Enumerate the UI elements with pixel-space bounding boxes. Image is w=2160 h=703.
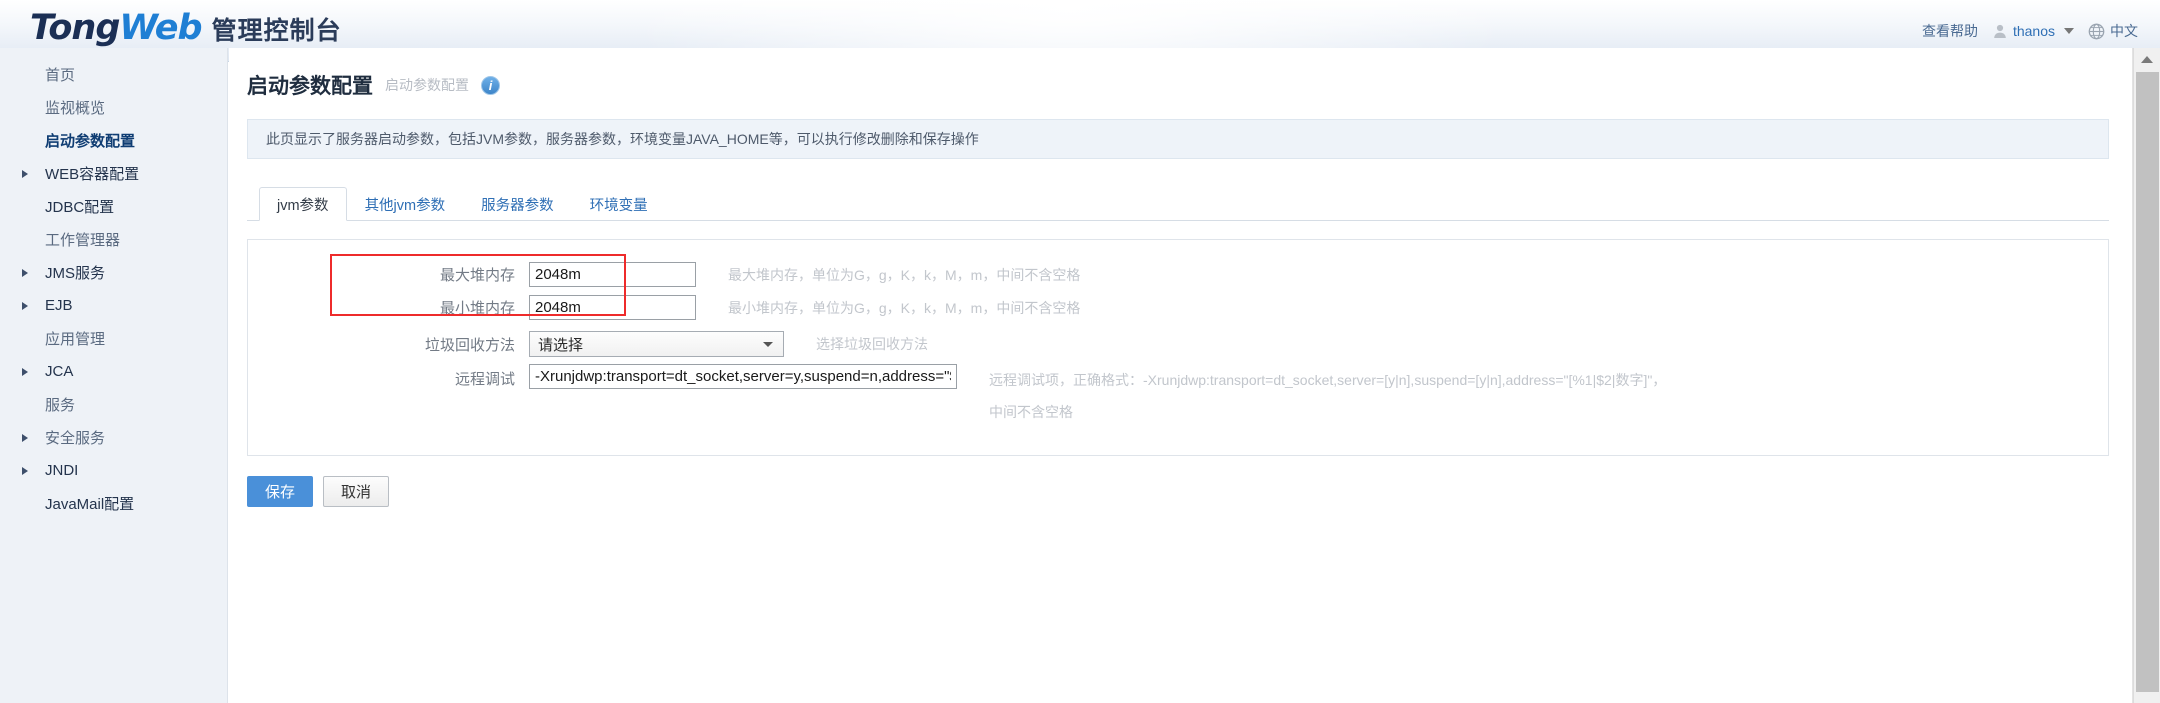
remote-debug-label: 远程调试 <box>454 371 515 388</box>
chevron-down-icon[interactable] <box>2064 28 2074 34</box>
sidebar-item-5[interactable]: 工作管理器 <box>0 223 227 256</box>
tab-3[interactable]: 环境变量 <box>572 187 666 221</box>
form-row-remote-debug: 远程调试 远程调试项，正确格式：-Xrunjdwp:transport=dt_s… <box>248 364 2108 424</box>
sidebar-item-8[interactable]: 应用管理 <box>0 322 227 355</box>
avatar-icon <box>1992 23 2008 39</box>
tab-label: 环境变量 <box>589 198 648 214</box>
vertical-scrollbar[interactable] <box>2133 48 2160 703</box>
tab-label: 服务器参数 <box>481 198 554 214</box>
sidebar-item-6[interactable]: JMS服务 <box>0 256 227 289</box>
chevron-up-icon <box>2141 56 2153 63</box>
form-row-gc-method: 垃圾回收方法 请选择 选择垃圾回收方法 <box>248 324 2108 364</box>
sidebar-item-11[interactable]: 安全服务 <box>0 421 227 454</box>
max-heap-input[interactable] <box>529 262 696 287</box>
form-rows: 最大堆内存 最大堆内存，单位为G，g，K，k，M，m，中间不含空格 最小堆内存 … <box>248 240 2108 424</box>
form-row-min-heap: 最小堆内存 最小堆内存，单位为G，g，K，k，M，m，中间不含空格 <box>248 291 2108 324</box>
sidebar-item-2[interactable]: 启动参数配置 <box>0 124 227 157</box>
page-header: 启动参数配置 启动参数配置 i <box>229 48 2133 100</box>
page-subtitle: 启动参数配置 <box>385 77 469 93</box>
sidebar-item-label: 监视概览 <box>45 100 106 117</box>
remote-debug-hint: 远程调试项，正确格式：-Xrunjdwp:transport=dt_socket… <box>989 364 1666 428</box>
sidebar-item-4[interactable]: JDBC配置 <box>0 190 227 223</box>
sidebar-item-label: JavaMail配置 <box>45 496 135 513</box>
sidebar-item-label: JNDI <box>45 462 79 479</box>
gc-method-select[interactable]: 请选择 <box>529 331 784 357</box>
sidebar-item-label: 启动参数配置 <box>45 133 136 150</box>
sidebar-item-label: 应用管理 <box>45 331 106 348</box>
scrollbar-thumb[interactable] <box>2136 72 2159 692</box>
min-heap-label: 最小堆内存 <box>439 300 515 317</box>
chevron-down-icon[interactable] <box>763 342 773 347</box>
chevron-right-icon[interactable] <box>22 301 28 310</box>
sidebar-item-label: WEB容器配置 <box>45 166 140 183</box>
logo-title-text: 管理控制台 <box>211 17 342 45</box>
max-heap-label: 最大堆内存 <box>439 267 515 284</box>
form-row-max-heap: 最大堆内存 最大堆内存，单位为G，g，K，k，M，m，中间不含空格 <box>248 258 2108 291</box>
tab-label: jvm参数 <box>277 197 329 214</box>
sidebar-item-label: 首页 <box>45 67 76 84</box>
save-button[interactable]: 保存 <box>247 476 314 507</box>
sidebar-item-1[interactable]: 监视概览 <box>0 91 227 124</box>
sidebar-item-9[interactable]: JCA <box>0 355 227 388</box>
sidebar-item-7[interactable]: EJB <box>0 289 227 322</box>
sidebar-item-label: EJB <box>45 297 73 314</box>
gc-method-hint: 选择垃圾回收方法 <box>816 336 928 352</box>
sidebar-item-12[interactable]: JNDI <box>0 454 227 487</box>
remote-debug-hint-line1: 远程调试项，正确格式：-Xrunjdwp:transport=dt_socket… <box>989 372 1667 388</box>
action-buttons: 保存 取消 <box>247 476 2133 507</box>
gc-method-label: 垃圾回收方法 <box>424 336 515 354</box>
logo-web-text: Web <box>119 8 202 48</box>
logo-tong-text: Tong <box>30 8 120 48</box>
remote-debug-hint-line2: 中间不含空格 <box>989 404 1073 420</box>
sidebar-item-label: 工作管理器 <box>45 232 121 249</box>
chevron-right-icon[interactable] <box>22 466 28 475</box>
tab-bar: jvm参数 其他jvm参数 服务器参数 环境变量 <box>247 187 2109 221</box>
chevron-right-icon[interactable] <box>22 268 28 277</box>
page-description-text: 此页显示了服务器启动参数，包括JVM参数，服务器参数，环境变量JAVA_HOME… <box>266 131 979 147</box>
sidebar-item-label: 服务 <box>45 397 76 414</box>
sidebar-item-label: JDBC配置 <box>45 199 115 216</box>
chevron-right-icon[interactable] <box>22 433 28 442</box>
page-description-banner: 此页显示了服务器启动参数，包括JVM参数，服务器参数，环境变量JAVA_HOME… <box>247 119 2109 159</box>
max-heap-hint: 最大堆内存，单位为G，g，K，k，M，m，中间不含空格 <box>728 266 1081 283</box>
help-link[interactable]: 查看帮助 <box>1922 21 1978 41</box>
gc-method-selected-value: 请选择 <box>538 336 584 354</box>
language-switcher[interactable]: 中文 <box>2088 21 2138 41</box>
chevron-right-icon[interactable] <box>22 367 28 376</box>
sidebar-item-label: JMS服务 <box>45 265 106 282</box>
cancel-button[interactable]: 取消 <box>323 476 390 507</box>
language-label: 中文 <box>2110 23 2138 39</box>
sidebar-item-0[interactable]: 首页 <box>0 58 227 91</box>
help-link-label: 查看帮助 <box>1921 23 1978 39</box>
jvm-params-panel: 最大堆内存 最大堆内存，单位为G，g，K，k，M，m，中间不含空格 最小堆内存 … <box>247 239 2109 456</box>
page-title: 启动参数配置 <box>247 75 373 98</box>
app-logo[interactable]: Tong Web 管理控制台 <box>30 8 342 48</box>
tab-1[interactable]: 其他jvm参数 <box>347 187 464 221</box>
tab-0[interactable]: jvm参数 <box>259 187 347 221</box>
remote-debug-input[interactable] <box>529 364 957 389</box>
main-content: 启动参数配置 启动参数配置 i 此页显示了服务器启动参数，包括JVM参数，服务器… <box>229 48 2133 703</box>
chevron-right-icon[interactable] <box>22 169 28 178</box>
tab-label: 其他jvm参数 <box>364 198 446 214</box>
user-menu[interactable]: thanos <box>1992 23 2074 39</box>
min-heap-hint: 最小堆内存，单位为G，g，K，k，M，m，中间不含空格 <box>728 299 1081 316</box>
tab-2[interactable]: 服务器参数 <box>463 187 572 221</box>
sidebar: 首页监视概览启动参数配置 WEB容器配置 JDBC配置 工作管理器 JMS服务 EJB 应用… <box>0 48 228 703</box>
sidebar-item-label: 安全服务 <box>45 430 106 447</box>
globe-icon <box>2088 23 2105 40</box>
sidebar-item-3[interactable]: WEB容器配置 <box>0 157 227 190</box>
min-heap-input[interactable] <box>529 295 696 320</box>
info-icon[interactable]: i <box>481 75 500 95</box>
sidebar-item-13[interactable]: JavaMail配置 <box>0 487 227 520</box>
sidebar-item-10[interactable]: 服务 <box>0 388 227 421</box>
sidebar-item-label: JCA <box>45 363 74 380</box>
scrollbar-up-button[interactable] <box>2134 48 2160 71</box>
user-name-label: thanos <box>2012 23 2055 39</box>
